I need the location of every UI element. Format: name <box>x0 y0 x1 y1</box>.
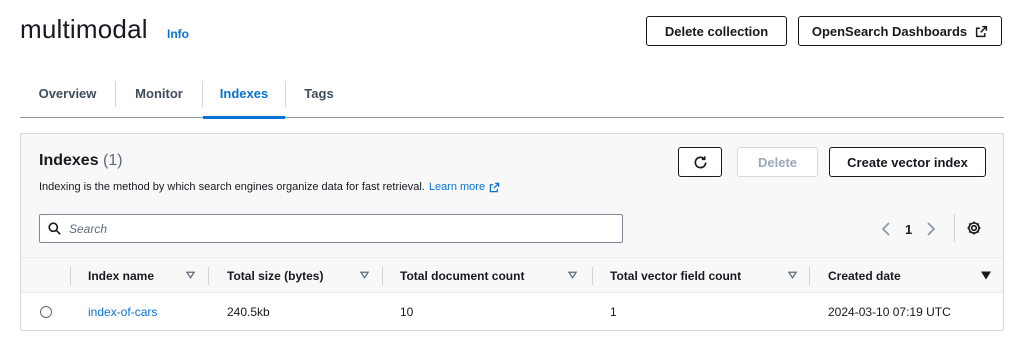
total-size-cell: 240.5kb <box>227 305 270 319</box>
column-label: Total document count <box>400 268 525 283</box>
search-box[interactable] <box>39 214 623 243</box>
external-link-icon[interactable] <box>489 182 500 193</box>
column-divider <box>208 267 209 285</box>
vector-field-count-cell: 1 <box>610 305 617 319</box>
opensearch-dashboards-button[interactable]: OpenSearch Dashboards <box>798 16 1002 46</box>
tab-bar: Overview Monitor Indexes Tags <box>20 70 1004 119</box>
index-name-link[interactable]: index-of-cars <box>88 294 157 330</box>
column-label: Index name <box>88 268 155 283</box>
column-label: Total size (bytes) <box>227 268 324 283</box>
external-link-icon <box>976 25 988 37</box>
column-label: Total vector field count <box>610 268 742 283</box>
info-link[interactable]: Info <box>167 27 189 41</box>
document-count-cell: 10 <box>400 305 414 319</box>
refresh-button[interactable] <box>678 147 722 177</box>
pagination: 1 <box>881 218 936 240</box>
chevron-right-icon[interactable] <box>926 222 936 236</box>
column-divider <box>382 267 383 285</box>
sort-icon <box>360 271 369 279</box>
column-index-name[interactable]: Index name <box>88 258 203 293</box>
tab-indexes[interactable]: Indexes <box>203 70 285 119</box>
indexes-panel: Indexes (1) Indexing is the method by wh… <box>20 133 1004 331</box>
page-title: multimodal <box>20 14 148 44</box>
column-total-size[interactable]: Total size (bytes) <box>227 258 372 293</box>
panel-description: Indexing is the method by which search e… <box>39 181 500 193</box>
delete-index-button[interactable]: Delete <box>737 147 818 177</box>
sort-desc-icon <box>981 271 991 280</box>
column-total-document-count[interactable]: Total document count <box>400 258 580 293</box>
column-created-date[interactable]: Created date <box>828 258 993 293</box>
current-page[interactable]: 1 <box>905 222 912 237</box>
panel-header: Indexes (1) Indexing is the method by wh… <box>21 134 1003 258</box>
sort-icon <box>186 271 195 279</box>
table-header: Index name Total size (bytes) Total docu… <box>21 258 1003 293</box>
tab-monitor[interactable]: Monitor <box>116 70 202 118</box>
create-vector-index-label: Create vector index <box>847 154 968 170</box>
sort-icon <box>788 271 797 279</box>
search-icon <box>48 222 61 235</box>
pager-divider <box>954 214 955 242</box>
row-radio[interactable] <box>40 306 52 318</box>
column-divider <box>809 267 810 285</box>
delete-collection-label: Delete collection <box>664 23 769 39</box>
learn-more-link[interactable]: Learn more <box>429 181 485 193</box>
column-label: Created date <box>828 268 901 283</box>
column-total-vector-field-count[interactable]: Total vector field count <box>610 258 800 293</box>
tab-tags[interactable]: Tags <box>286 70 352 118</box>
search-input[interactable] <box>69 221 622 236</box>
description-text: Indexing is the method by which search e… <box>39 181 425 193</box>
refresh-icon <box>694 155 706 168</box>
opensearch-dashboards-label: OpenSearch Dashboards <box>811 23 968 39</box>
delete-collection-button[interactable]: Delete collection <box>646 16 787 46</box>
panel-title: Indexes (1) <box>39 152 123 170</box>
panel-count: (1) <box>103 152 123 169</box>
panel-title-text: Indexes <box>39 152 99 169</box>
chevron-left-icon[interactable] <box>881 222 891 236</box>
tab-overview[interactable]: Overview <box>20 70 115 118</box>
created-date-cell: 2024-03-10 07:19 UTC <box>828 305 951 319</box>
table-row[interactable]: index-of-cars 240.5kb 10 1 2024-03-10 07… <box>21 294 1003 330</box>
gear-icon[interactable] <box>966 220 982 236</box>
delete-index-label: Delete <box>757 154 798 170</box>
create-vector-index-button[interactable]: Create vector index <box>829 147 986 177</box>
sort-icon <box>568 271 577 279</box>
column-divider <box>70 267 71 285</box>
column-divider <box>592 267 593 285</box>
